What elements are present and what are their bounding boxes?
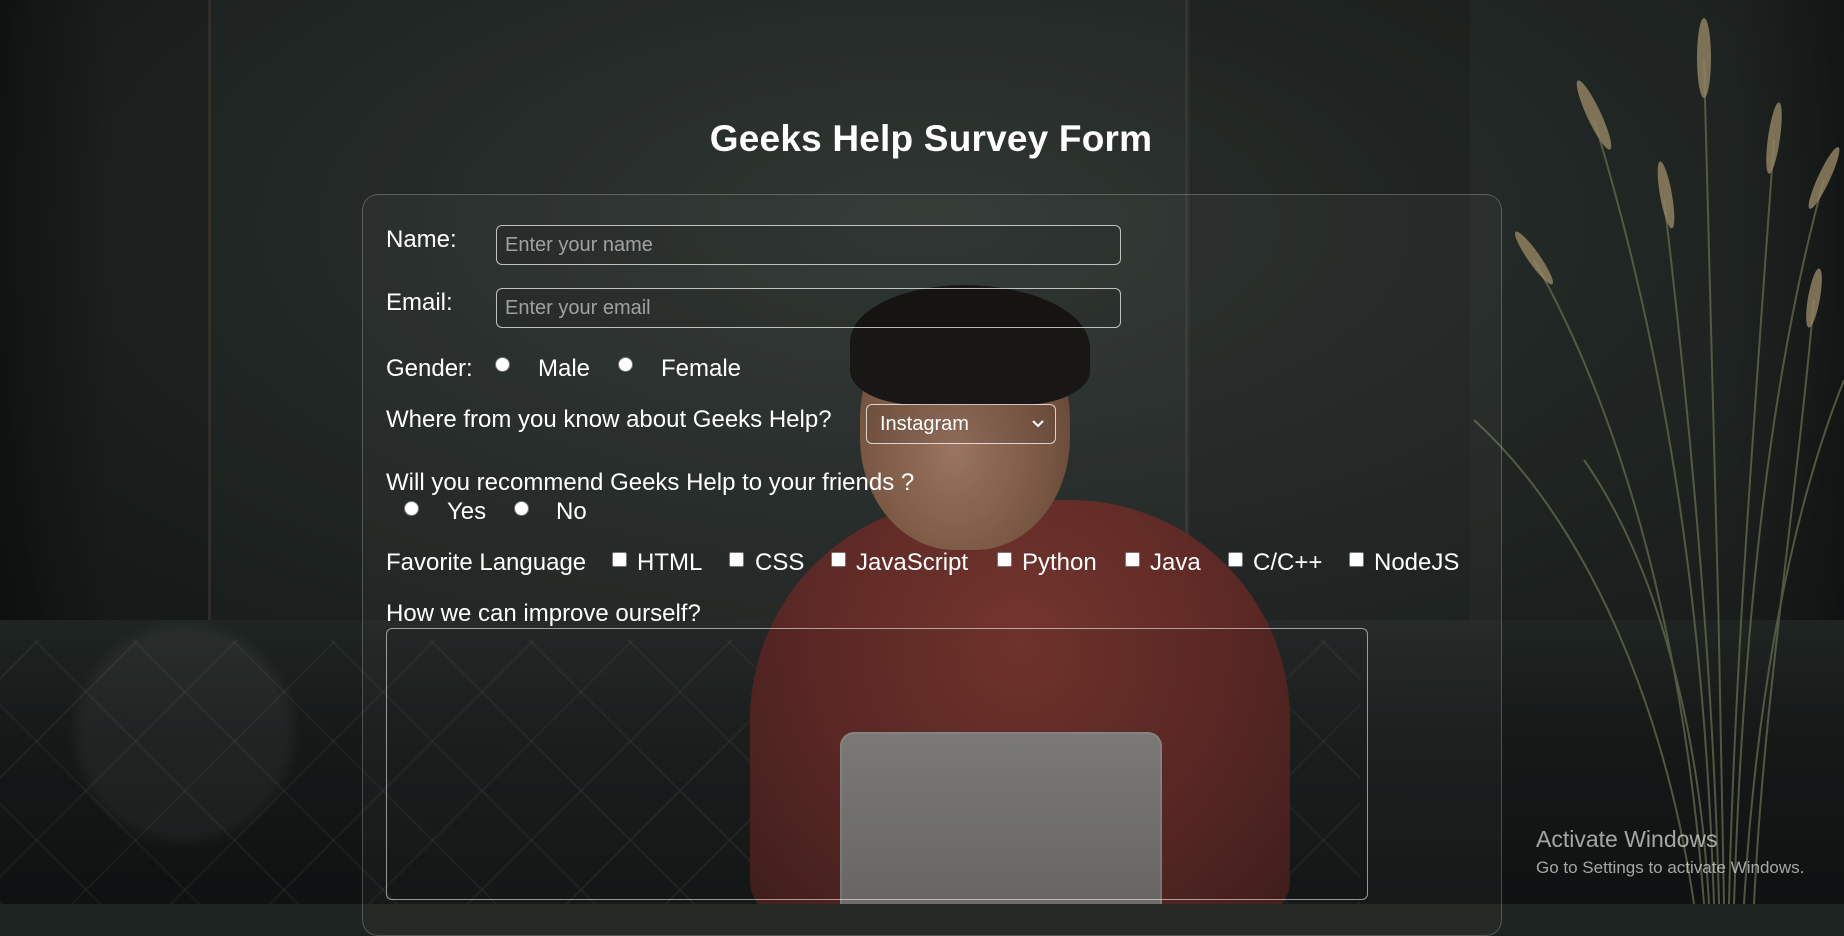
gender-label: Gender: (386, 355, 473, 382)
email-input[interactable] (496, 288, 1121, 328)
recommend-yes-label: Yes (447, 498, 487, 525)
recommend-label: Will you recommend Geeks Help to your fr… (386, 469, 915, 496)
gender-male-label: Male (538, 355, 591, 382)
gender-female-radio[interactable] (618, 357, 633, 372)
source-select-value: Instagram (880, 413, 969, 435)
improve-label: How we can improve ourself? (386, 600, 701, 627)
language-label: Favorite Language (386, 549, 587, 576)
windows-watermark-title: Activate Windows (1536, 826, 1718, 852)
recommend-no-radio[interactable] (514, 501, 529, 516)
language-python-label: Python (1022, 549, 1097, 576)
recommend-no-label: No (556, 498, 587, 525)
language-javascript-checkbox[interactable] (831, 552, 846, 567)
name-input[interactable] (496, 225, 1121, 265)
language-css-label: CSS (755, 549, 805, 576)
language-html-checkbox[interactable] (612, 552, 627, 567)
language-css-checkbox[interactable] (729, 552, 744, 567)
gender-male-radio[interactable] (495, 357, 510, 372)
email-label: Email: (386, 289, 453, 316)
source-select[interactable]: Instagram (866, 404, 1056, 444)
language-java-label: Java (1150, 549, 1201, 576)
language-nodejs-checkbox[interactable] (1349, 552, 1364, 567)
language-nodejs-label: NodeJS (1374, 549, 1460, 576)
source-label: Where from you know about Geeks Help? (386, 406, 832, 433)
page-title: Geeks Help Survey Form (709, 118, 1153, 159)
recommend-yes-radio[interactable] (404, 501, 419, 516)
language-javascript-label: JavaScript (856, 549, 969, 576)
language-cpp-label: C/C++ (1253, 549, 1323, 576)
language-cpp-checkbox[interactable] (1228, 552, 1243, 567)
language-python-checkbox[interactable] (997, 552, 1012, 567)
language-java-checkbox[interactable] (1125, 552, 1140, 567)
improve-textarea[interactable] (386, 628, 1368, 900)
name-label: Name: (386, 226, 457, 253)
chevron-down-icon (1032, 420, 1044, 428)
windows-watermark-subtitle: Go to Settings to activate Windows. (1536, 858, 1805, 877)
gender-female-label: Female (661, 355, 742, 382)
language-html-label: HTML (637, 549, 703, 576)
